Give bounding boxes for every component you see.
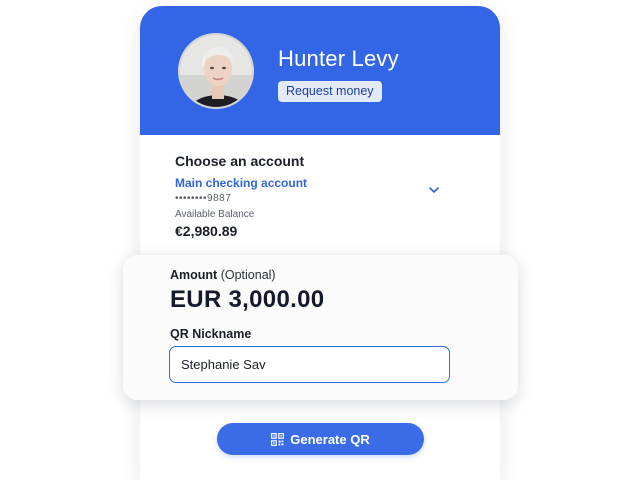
- available-balance-label: Available Balance: [175, 209, 255, 220]
- qr-nickname-label: QR Nickname: [170, 327, 252, 341]
- account-number: ••••••••9887: [175, 193, 232, 204]
- user-avatar-photo: [180, 35, 252, 107]
- qr-code-icon: [271, 432, 285, 446]
- choose-account-title: Choose an account: [175, 153, 305, 169]
- qr-nickname-input[interactable]: [169, 346, 450, 383]
- profile-header: Hunter Levy Request money: [140, 6, 500, 135]
- amount-value[interactable]: EUR 3,000.00: [170, 286, 324, 314]
- user-name: Hunter Levy: [278, 46, 399, 71]
- amount-label: Amount (Optional): [170, 268, 276, 282]
- selected-account-name[interactable]: Main checking account: [175, 176, 465, 190]
- request-money-button[interactable]: Request money: [278, 81, 382, 102]
- chevron-down-icon[interactable]: [427, 183, 441, 197]
- available-balance-value: €2,980.89: [175, 223, 238, 239]
- amount-label-text: Amount: [170, 268, 218, 282]
- amount-panel: Amount (Optional) EUR 3,000.00 QR Nickna…: [123, 255, 518, 400]
- generate-qr-label: Generate QR: [290, 431, 370, 447]
- request-card: Hunter Levy Request money Choose an acco…: [140, 6, 500, 480]
- generate-qr-button[interactable]: Generate QR: [217, 423, 424, 455]
- avatar: [178, 33, 254, 109]
- account-selector[interactable]: Choose an account Main checking account …: [175, 153, 465, 239]
- stage: Hunter Levy Request money Choose an acco…: [0, 0, 640, 480]
- amount-optional-note: (Optional): [220, 268, 276, 282]
